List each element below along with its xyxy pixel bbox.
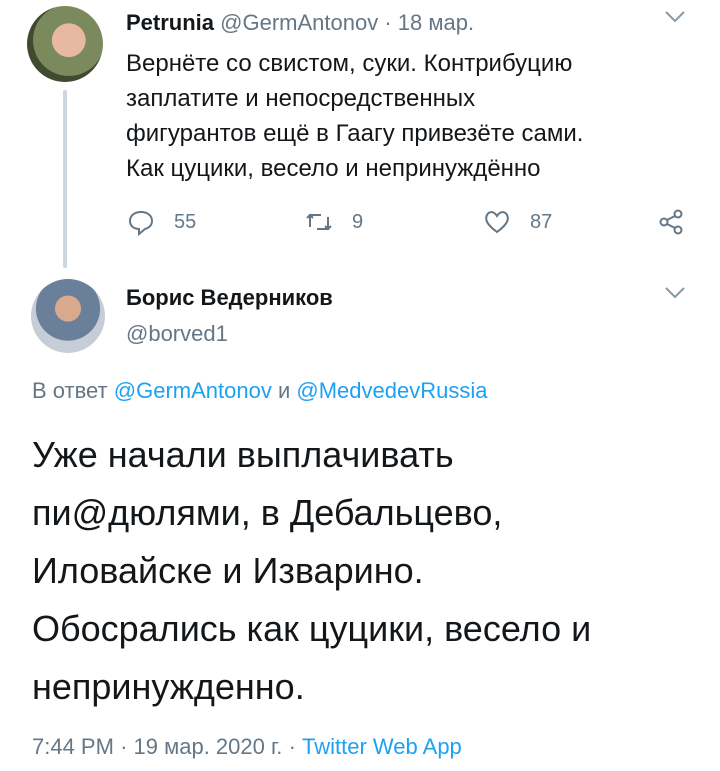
parent-tweet-text: Вернёте со свистом, суки. Контрибуцию за… — [126, 46, 686, 186]
parent-tweet-header: Petrunia @GermAntonov · 18 мар. — [126, 10, 474, 36]
tweet-text-line: фигурантов ещё в Гаагу привезёте сами. — [126, 120, 584, 147]
tweet-text-line: пи@дюлями, в Дебальцево, — [32, 492, 503, 533]
reply-icon — [128, 210, 154, 237]
tweet-timestamp-footer: 7:44 PM · 19 мар. 2020 г. · Twitter Web … — [32, 734, 462, 760]
avatar-petrunia[interactable] — [27, 6, 103, 82]
share-icon — [659, 209, 683, 235]
author-handle[interactable]: @borved1 — [126, 321, 228, 347]
retweet-button[interactable]: 9 — [304, 207, 363, 237]
separator-dot: · — [120, 734, 128, 759]
tweet-text-line: непринужденно. — [32, 666, 305, 707]
replying-to: В ответ @GermAntonov и @MedvedevRussia — [32, 378, 487, 404]
mention-germantonov[interactable]: @GermAntonov — [114, 378, 272, 403]
tweet-time[interactable]: 7:44 PM — [32, 734, 114, 759]
author-handle[interactable]: @GermAntonov — [220, 10, 378, 35]
author-name[interactable]: Petrunia — [126, 10, 214, 35]
like-count: 87 — [530, 210, 553, 233]
replying-to-prefix: В ответ — [32, 378, 108, 403]
reply-count: 55 — [174, 210, 197, 233]
tweet-source[interactable]: Twitter Web App — [302, 734, 462, 759]
separator-dot: · — [288, 734, 296, 759]
thread-line — [63, 90, 67, 268]
tweet-date[interactable]: 18 мар. — [398, 10, 474, 35]
retweet-icon — [306, 213, 332, 231]
tweet-text-line: заплатите и непосредственных — [126, 85, 476, 112]
tweet-text-line: Вернёте со свистом, суки. Контрибуцию — [126, 50, 573, 77]
mention-medvedevrussia[interactable]: @MedvedevRussia — [296, 378, 487, 403]
like-button[interactable]: 87 — [482, 207, 552, 237]
reply-button[interactable]: 55 — [126, 207, 196, 237]
chevron-down-icon[interactable] — [664, 8, 686, 31]
author-name[interactable]: Борис Ведерников — [126, 285, 333, 311]
share-button[interactable] — [656, 207, 704, 237]
tweet-actions: 55 9 87 — [126, 207, 696, 247]
tweet-text-line: Иловайске и Изварино. — [32, 550, 424, 591]
tweet-full-date[interactable]: 19 мар. 2020 г. — [134, 734, 283, 759]
tweet-text-line: Уже начали выплачивать — [32, 434, 454, 475]
like-icon — [485, 211, 509, 234]
separator-dot: · — [384, 10, 392, 35]
tweet-text-line: Обосрались как цуцики, весело и — [32, 608, 592, 649]
retweet-count: 9 — [352, 210, 364, 233]
chevron-down-icon[interactable] — [664, 284, 686, 307]
reply-tweet-text: Уже начали выплачивать пи@дюлями, в Деба… — [32, 426, 702, 716]
replying-to-joiner: и — [277, 378, 291, 403]
tweet-text-line: Как цуцики, весело и непринуждённо — [126, 155, 541, 182]
avatar-borved1[interactable] — [31, 279, 105, 353]
